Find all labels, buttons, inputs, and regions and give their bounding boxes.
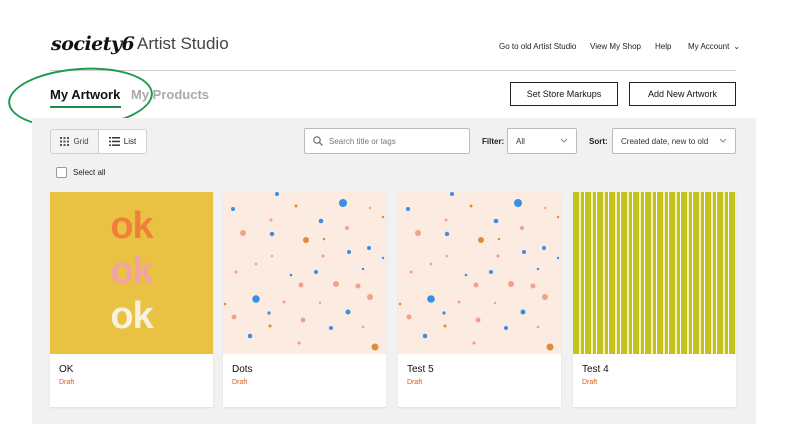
grid-label: Grid [73, 137, 89, 146]
artwork-title[interactable]: OK [59, 364, 73, 375]
dots-pattern [223, 192, 385, 351]
artwork-card[interactable]: ok ok ok OK Draft [50, 192, 213, 407]
search-box[interactable] [304, 128, 470, 154]
status-badge: Draft [59, 379, 75, 386]
set-store-markups-button[interactable]: Set Store Markups [510, 82, 618, 106]
grid-view-button[interactable]: Grid [51, 130, 98, 153]
search-input[interactable] [329, 136, 459, 146]
filter-select[interactable]: All [507, 128, 577, 154]
status-badge: Draft [232, 379, 248, 386]
artwork-card[interactable]: Test 5 Draft [398, 192, 561, 407]
help-link[interactable]: Help [655, 42, 671, 51]
select-all-label[interactable]: Select all [73, 168, 105, 177]
list-label: List [123, 137, 137, 146]
grid-icon [60, 137, 70, 146]
chevron-down-icon [719, 137, 727, 146]
sort-label: Sort: [589, 137, 608, 146]
filter-value: All [516, 136, 525, 146]
list-icon [108, 137, 120, 146]
account-label: My Account [688, 42, 730, 51]
select-all-checkbox[interactable] [56, 167, 67, 178]
artwork-thumbnail-test-5[interactable] [398, 192, 561, 354]
chevron-down-icon [560, 137, 568, 146]
header-divider [50, 70, 736, 71]
artwork-thumbnail-dots[interactable] [223, 192, 386, 354]
art-text: ok [110, 295, 153, 337]
old-studio-link[interactable]: Go to old Artist Studio [499, 42, 576, 51]
dots-pattern [398, 192, 560, 351]
view-toggle: Grid List [50, 129, 147, 154]
filter-label: Filter: [482, 137, 505, 146]
artwork-card[interactable]: Test 4 Draft [573, 192, 736, 407]
list-view-button[interactable]: List [98, 130, 146, 153]
society6-logo[interactable]: society6 [51, 33, 135, 55]
add-new-artwork-button[interactable]: Add New Artwork [629, 82, 736, 106]
art-text: ok [110, 250, 153, 292]
sort-select[interactable]: Created date, new to old [612, 128, 736, 154]
page-title: Artist Studio [137, 34, 229, 53]
artwork-title[interactable]: Dots [232, 364, 253, 375]
artwork-title[interactable]: Test 5 [407, 364, 434, 375]
sort-value: Created date, new to old [621, 136, 709, 146]
artwork-card[interactable]: Dots Draft [223, 192, 386, 407]
status-badge: Draft [582, 379, 598, 386]
artwork-thumbnail-test-4[interactable] [573, 192, 736, 354]
artwork-thumbnail-ok[interactable]: ok ok ok [50, 192, 213, 354]
chevron-down-icon: ⌄ [733, 42, 741, 51]
view-shop-link[interactable]: View My Shop [590, 42, 641, 51]
art-text: ok [110, 205, 153, 247]
artwork-title[interactable]: Test 4 [582, 364, 609, 375]
account-menu[interactable]: My Account ⌄ [688, 42, 740, 51]
status-badge: Draft [407, 379, 423, 386]
search-icon [313, 136, 323, 146]
